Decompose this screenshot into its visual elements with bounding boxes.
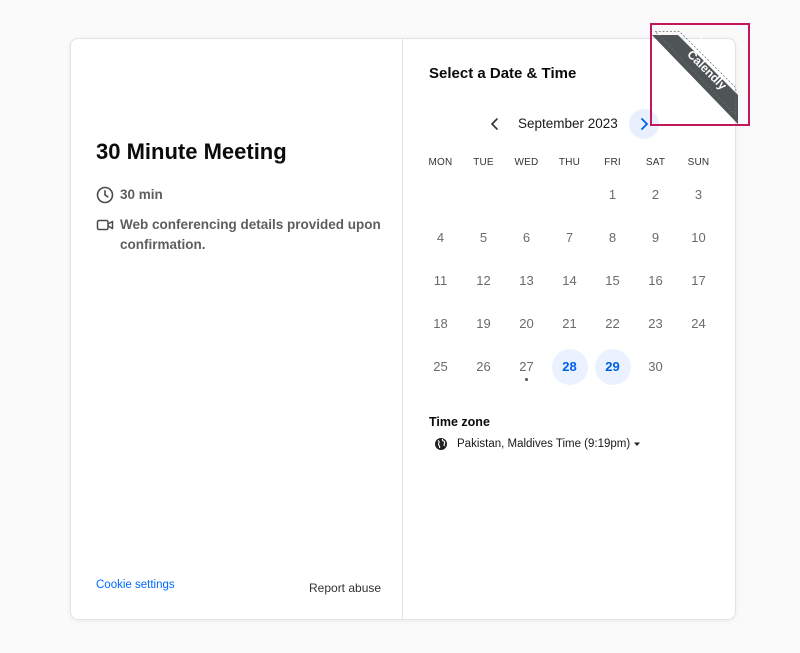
- day-12: 12: [462, 259, 505, 302]
- day-number: 1: [608, 187, 617, 202]
- day-14: 14: [548, 259, 591, 302]
- day-number: 19: [476, 316, 491, 331]
- empty-day-cell: [462, 173, 505, 216]
- conferencing-text: Web conferencing details provided upon c…: [120, 217, 381, 252]
- date-picker-pane: Select a Date & Time September 2023 MON T…: [404, 39, 735, 619]
- available-day-28[interactable]: 28: [548, 345, 591, 388]
- day-number: 14: [562, 273, 577, 288]
- day-9: 9: [634, 216, 677, 259]
- globe-icon: [435, 438, 447, 450]
- day-30: 30: [634, 345, 677, 388]
- day-3: 3: [677, 173, 720, 216]
- day-19: 19: [462, 302, 505, 345]
- day-number: 15: [605, 273, 620, 288]
- day-number: 3: [694, 187, 703, 202]
- day-21: 21: [548, 302, 591, 345]
- day-number: 22: [605, 316, 620, 331]
- picker-title: Select a Date & Time: [429, 65, 577, 82]
- day-2: 2: [634, 173, 677, 216]
- day-6: 6: [505, 216, 548, 259]
- day-number: 11: [433, 273, 448, 288]
- powered-by-badge[interactable]: POWERED BY Calendly: [650, 23, 750, 126]
- day-13: 13: [505, 259, 548, 302]
- empty-day-cell: [505, 173, 548, 216]
- chevron-right-icon: [641, 118, 648, 130]
- day-number: 8: [608, 230, 617, 245]
- day-number: 2: [651, 187, 660, 202]
- day-number: 23: [648, 316, 663, 331]
- day-5: 5: [462, 216, 505, 259]
- day-23: 23: [634, 302, 677, 345]
- caret-down-icon: [634, 442, 641, 446]
- day-10: 10: [677, 216, 720, 259]
- day-number: 20: [519, 316, 534, 331]
- day-number: 30: [648, 359, 663, 374]
- empty-day-cell: [677, 345, 720, 388]
- day-number: 26: [476, 359, 491, 374]
- timezone-label: Time zone: [429, 415, 490, 429]
- today-indicator: [525, 378, 528, 381]
- weekday-sun: SUN: [687, 157, 710, 168]
- weekday-wed: WED: [514, 157, 539, 168]
- day-20: 20: [505, 302, 548, 345]
- day-number: 28: [551, 348, 588, 385]
- day-24: 24: [677, 302, 720, 345]
- empty-day-cell: [548, 173, 591, 216]
- weekday-tue: TUE: [473, 157, 494, 168]
- available-day-29[interactable]: 29: [591, 345, 634, 388]
- day-number: 29: [594, 348, 631, 385]
- day-number: 10: [691, 230, 706, 245]
- day-16: 16: [634, 259, 677, 302]
- video-camera-icon: [96, 219, 114, 231]
- weekday-mon: MON: [428, 157, 453, 168]
- cookie-settings-link[interactable]: Cookie settings: [96, 579, 175, 591]
- weekday-fri: FRI: [604, 157, 621, 168]
- day-number: 18: [433, 316, 448, 331]
- day-number: 9: [651, 230, 660, 245]
- day-11: 11: [419, 259, 462, 302]
- day-27: 27: [505, 345, 548, 388]
- day-number: 25: [433, 359, 448, 374]
- day-number: 27: [519, 359, 534, 374]
- day-number: 13: [519, 273, 534, 288]
- day-number: 16: [648, 273, 663, 288]
- calendar-grid: 1 2 3 4 5 6 7 8 9 10 11 12 13 14 15 16 17 18 19 20 21 22 23 24 2…: [419, 173, 720, 388]
- timezone-select[interactable]: Pakistan, Maldives Time (9:19pm): [434, 437, 641, 451]
- report-abuse-link[interactable]: Report abuse: [309, 581, 381, 595]
- day-number: 7: [565, 230, 574, 245]
- day-15: 15: [591, 259, 634, 302]
- weekday-sat: SAT: [645, 157, 666, 168]
- day-7: 7: [548, 216, 591, 259]
- day-number: 17: [691, 273, 706, 288]
- day-26: 26: [462, 345, 505, 388]
- chevron-left-icon: [491, 118, 498, 130]
- month-label: September 2023: [518, 116, 618, 131]
- previous-month-button[interactable]: [482, 111, 508, 137]
- day-18: 18: [419, 302, 462, 345]
- day-number: 6: [522, 230, 531, 245]
- clock-icon: [96, 186, 114, 204]
- day-number: 4: [436, 230, 445, 245]
- conferencing-row: Web conferencing details provided upon c…: [96, 215, 386, 255]
- day-number: 12: [476, 273, 491, 288]
- day-25: 25: [419, 345, 462, 388]
- day-8: 8: [591, 216, 634, 259]
- weekday-thu: THU: [558, 157, 581, 168]
- duration-row: 30 min: [96, 185, 163, 205]
- weekday-header: MON TUE WED THU FRI SAT SUN: [419, 157, 720, 168]
- booking-card: 30 Minute Meeting 30 min Web conferencin…: [70, 38, 736, 620]
- timezone-value: Pakistan, Maldives Time (9:19pm): [457, 438, 631, 450]
- day-1: 1: [591, 173, 634, 216]
- day-17: 17: [677, 259, 720, 302]
- event-title: 30 Minute Meeting: [96, 139, 287, 164]
- empty-day-cell: [419, 173, 462, 216]
- day-number: 24: [691, 316, 706, 331]
- day-22: 22: [591, 302, 634, 345]
- day-4: 4: [419, 216, 462, 259]
- event-details-pane: 30 Minute Meeting 30 min Web conferencin…: [71, 39, 403, 619]
- day-number: 21: [562, 316, 577, 331]
- duration-text: 30 min: [120, 187, 163, 202]
- day-number: 5: [479, 230, 488, 245]
